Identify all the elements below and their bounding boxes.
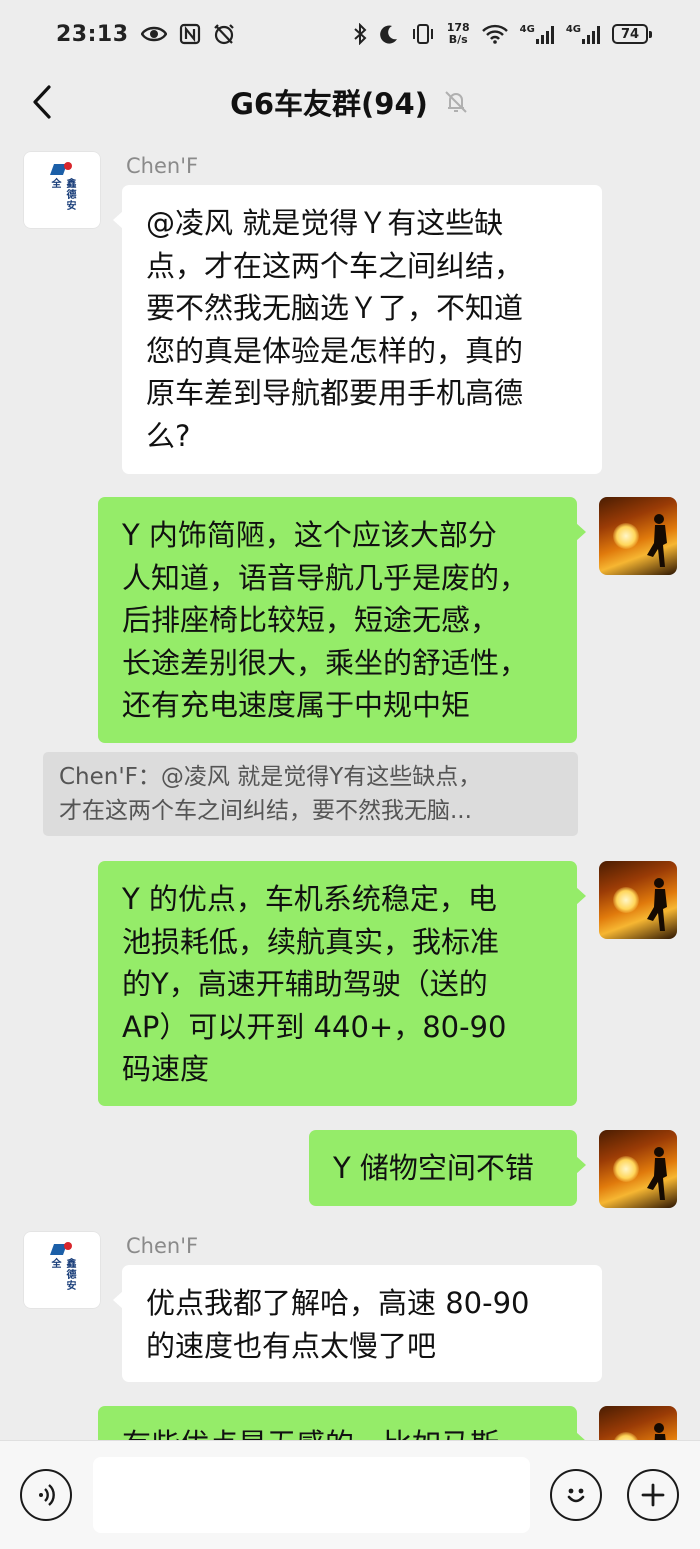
net-speed-unit: B/s: [448, 33, 468, 46]
moon-icon: [379, 25, 397, 44]
message-line: 的Y，高速开辅助驾驶（送的: [122, 967, 488, 1001]
net-speed: 178 B/s: [447, 22, 470, 46]
message-line: 优点我都了解哈，高速 80-90: [146, 1286, 530, 1320]
message-line: Y 的优点，车机系统稳定，电: [122, 882, 497, 916]
xinde-safety-logo: 鑫德安全: [47, 162, 77, 218]
back-button[interactable]: [24, 84, 60, 120]
network-type-2: 4G: [565, 24, 581, 35]
signal-bars-2-icon: [582, 24, 600, 44]
message-bubble[interactable]: Y 内饰简陋，这个应该大部分 人知道，语音导航几乎是废的， 后排座椅比较短，短途…: [98, 497, 586, 743]
vibrate-icon: [412, 24, 433, 44]
plus-icon: [641, 1483, 665, 1507]
wifi-icon: [481, 24, 508, 44]
status-left: 23:13: [56, 22, 235, 47]
person-silhouette-icon: [647, 514, 667, 567]
message-line: 您的真是体验是怎样的，真的: [146, 333, 524, 368]
signal-bars-1-icon: [535, 24, 554, 44]
message-bubble[interactable]: @凌风 就是觉得Ｙ有这些缺 点，才在这两个车之间纠结， 要不然我无脑选Ｙ了，不知…: [113, 185, 602, 474]
voice-icon: [39, 1484, 55, 1506]
message-line: 么?: [146, 418, 191, 453]
message-line: AP）可以开到 440+，80-90: [122, 1009, 507, 1044]
message-line: Y 内饰简陋，这个应该大部分: [122, 518, 497, 552]
signal-2: 4G: [566, 24, 600, 44]
clock: 23:13: [56, 21, 129, 47]
quoted-message[interactable]: Chen'F：@凌风 就是觉得Y有这些缺点， 才在这两个车之间纠结，要不然我无脑…: [43, 752, 578, 836]
network-type-1: 4G: [519, 24, 535, 35]
eye-icon: [140, 26, 167, 42]
quote-line: 才在这两个车之间纠结，要不然我无脑...: [59, 798, 472, 824]
message-line: 后排座椅比较短，短途无感，: [122, 603, 500, 637]
chat-title: G6车友群(94): [230, 87, 428, 121]
sun-icon: [613, 887, 639, 913]
bluetooth-icon: [354, 23, 367, 45]
message-line: 原车差到导航都要用手机高德: [146, 376, 524, 410]
voice-button[interactable]: [20, 1469, 72, 1521]
plus-button[interactable]: [627, 1469, 679, 1521]
message-bubble[interactable]: Y 储物空间不错: [309, 1130, 586, 1206]
message-bubble[interactable]: Y 的优点，车机系统稳定，电 池损耗低，续航真实，我标准 的Y，高速开辅助驾驶（…: [98, 861, 586, 1106]
logo-mark-icon: [49, 162, 72, 176]
message-line: 码速度: [122, 1052, 210, 1086]
message-line: 的速度也有点太慢了吧: [146, 1328, 437, 1363]
person-silhouette-icon: [654, 1423, 666, 1440]
message-line: 池损耗低，续航真实，我标准: [122, 924, 500, 959]
message-line: 要不然我无脑选Ｙ了，不知道: [146, 291, 524, 325]
chat-header: G6车友群(94): [0, 68, 700, 136]
message-bubble[interactable]: 优点我都了解哈，高速 80-90 的速度也有点太慢了吧: [113, 1265, 602, 1382]
message-line: @凌风 就是觉得Ｙ有这些缺: [146, 206, 504, 240]
sun-icon: [613, 1432, 639, 1440]
message-line: Y 储物空间不错: [333, 1151, 534, 1185]
sender-avatar[interactable]: 鑫德安全: [23, 1231, 101, 1309]
nfc-icon: [179, 23, 200, 45]
message-line: 有些优点是无感的，比如马斯: [122, 1423, 553, 1440]
my-avatar[interactable]: [599, 1130, 677, 1208]
status-right: 178 B/s 4G 4G 74: [353, 22, 652, 46]
logo-text: 鑫德安全: [49, 178, 75, 211]
emoji-button[interactable]: [550, 1469, 602, 1521]
logo-mark-icon: [49, 1242, 72, 1256]
title-group: G6车友群(94): [230, 81, 470, 123]
bell-muted-icon: [445, 91, 467, 113]
signal-1: 4G: [520, 24, 554, 44]
emoji-icon: [567, 1488, 585, 1503]
battery-icon: 74: [612, 24, 652, 44]
message-input[interactable]: [93, 1457, 530, 1533]
sender-name: Chen'F: [126, 1234, 199, 1258]
person-silhouette-icon: [647, 878, 667, 931]
input-bar: [0, 1440, 700, 1549]
message-line: 点，才在这两个车之间纠结，: [146, 248, 524, 283]
my-avatar[interactable]: [599, 497, 677, 575]
quote-line: Chen'F：@凌风 就是觉得Y有这些缺点，: [59, 764, 482, 790]
logo-text: 鑫德安全: [49, 1258, 75, 1291]
message-line: 还有充电速度属于中规中矩: [122, 688, 471, 722]
person-silhouette-icon: [647, 1147, 667, 1200]
my-avatar[interactable]: [599, 861, 677, 939]
xinde-safety-logo: 鑫德安全: [47, 1242, 77, 1298]
sun-icon: [613, 1156, 639, 1182]
alarm-off-icon: [213, 24, 234, 45]
chevron-left-icon: [33, 85, 51, 119]
sender-name: Chen'F: [126, 154, 199, 178]
sun-icon: [613, 523, 639, 549]
status-bar: 23:13 178 B/s 4G 4G 74: [0, 0, 700, 68]
message-line: 人知道，语音导航几乎是废的，: [122, 560, 529, 595]
message-line: 长途差别很大，乘坐的舒适性，: [122, 645, 529, 680]
message-bubble[interactable]: 有些优点是无感的，比如马斯: [98, 1406, 586, 1440]
chat-area[interactable]: 鑫德安全 Chen'F @凌风 就是觉得Ｙ有这些缺 点，才在这两个车之间纠结， …: [0, 136, 700, 1440]
sender-avatar[interactable]: 鑫德安全: [23, 151, 101, 229]
my-avatar[interactable]: [599, 1406, 677, 1440]
